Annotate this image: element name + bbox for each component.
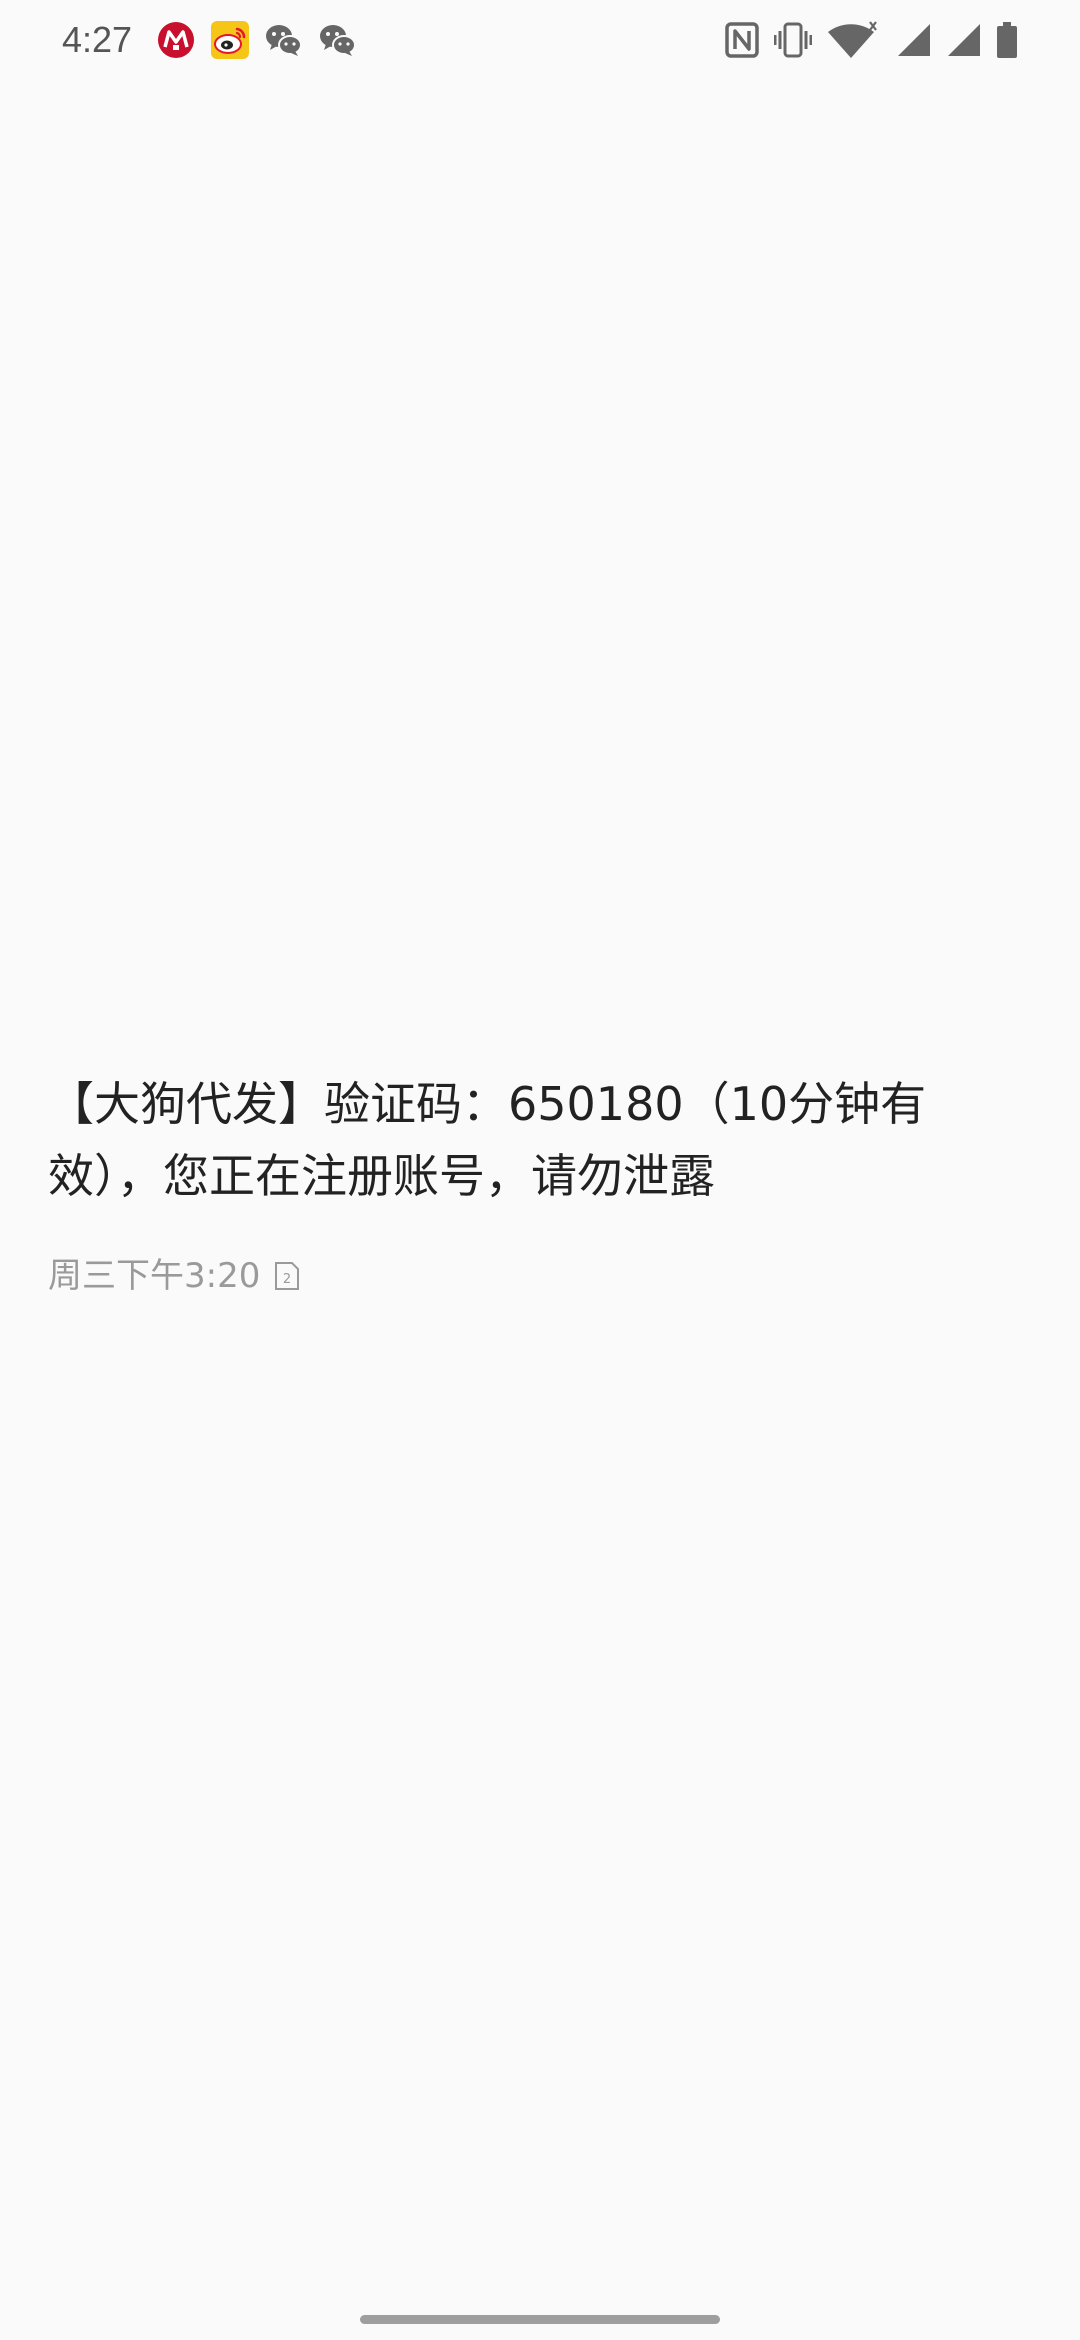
message-timestamp: 周三下午3:20 <box>48 1256 261 1296</box>
message-bubble[interactable]: 【大狗代发】验证码：650180（10分钟有效），您正在注册账号，请勿泄露 周三… <box>48 1068 978 1298</box>
status-time: 4:27 <box>62 19 133 60</box>
nfc-icon <box>725 22 759 58</box>
wechat-icon <box>266 25 302 56</box>
signal-icon <box>948 24 980 56</box>
notification-icons <box>156 20 372 60</box>
home-indicator[interactable] <box>360 2315 720 2324</box>
sim-card-icon: 2 <box>275 1262 300 1290</box>
message-meta: 周三下午3:20 2 <box>48 1254 978 1298</box>
sim-slot-number: 2 <box>283 1272 291 1287</box>
battery-icon <box>997 22 1017 58</box>
message-body[interactable]: 【大狗代发】验证码：650180（10分钟有效），您正在注册账号，请勿泄露 <box>48 1068 978 1212</box>
status-bar: 4:27 <box>0 0 1080 80</box>
signal-icon <box>898 24 930 56</box>
system-icons <box>710 20 1018 60</box>
wifi-icon <box>828 21 877 58</box>
vibrate-icon <box>774 22 812 58</box>
cmb-bank-icon <box>158 22 194 58</box>
weibo-icon <box>211 21 249 59</box>
wechat-icon <box>320 25 356 56</box>
